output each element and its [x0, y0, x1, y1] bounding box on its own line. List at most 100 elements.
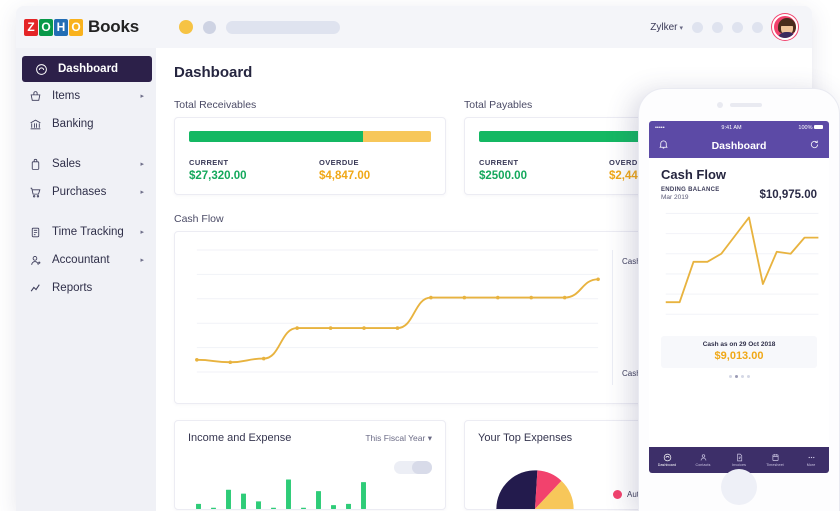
phone-tab-label-invoices: Invoices	[732, 463, 746, 467]
cart-icon	[28, 185, 42, 199]
avatar[interactable]	[772, 14, 798, 40]
phone-nav-title: Dashboard	[711, 140, 767, 152]
sidebar-label-time-tracking: Time Tracking	[52, 226, 124, 238]
phone-home-button[interactable]	[721, 469, 757, 505]
income-expense-header: Income and Expense This Fiscal Year ▾	[175, 421, 445, 444]
header-right: Zylker ▾	[650, 14, 812, 40]
org-name-label: Zylker	[650, 21, 678, 33]
browser-controls	[178, 20, 340, 34]
chevron-down-icon-fiscal: ▾	[427, 432, 432, 443]
zoho-books-logo[interactable]: Z O H O Books	[24, 17, 139, 37]
zoho-letter-z: Z	[24, 18, 38, 36]
income-and-expense-card[interactable]: Income and Expense This Fiscal Year ▾	[174, 420, 446, 510]
invoice-icon	[736, 453, 742, 462]
phone-tab-dashboard[interactable]: Dashboard	[649, 453, 685, 467]
sidebar-divider-2	[16, 206, 156, 218]
phone-pill-label: Cash as on 29 Oct 2018	[702, 341, 776, 348]
sidebar-item-sales[interactable]: Sales ▸	[16, 150, 156, 178]
refresh-icon[interactable]	[809, 137, 820, 155]
phone-tab-contacts[interactable]: Contacts	[685, 453, 721, 467]
header-icon-placeholder-4[interactable]	[752, 21, 763, 33]
receivables-label: Total Receivables	[174, 99, 257, 111]
sidebar-item-dashboard[interactable]: Dashboard	[22, 56, 152, 82]
chevron-right-icon-accountant: ▸	[140, 257, 144, 264]
top-expenses-title: Your Top Expenses	[478, 432, 573, 444]
window-dot-amber[interactable]	[178, 20, 193, 34]
zoho-letter-h: H	[54, 18, 68, 36]
phone-speaker	[729, 103, 762, 107]
income-expense-toggle[interactable]	[394, 461, 432, 474]
phone-balance-month: Mar 2019	[661, 194, 689, 201]
phone-balance-row: ENDING BALANCE Mar 2019 $10,975.00	[661, 187, 817, 201]
chevron-right-icon-purchases: ▸	[140, 189, 144, 196]
phone-tab-more[interactable]: More	[793, 453, 829, 467]
income-expense-chart	[196, 479, 366, 509]
sidebar-item-purchases[interactable]: Purchases ▸	[16, 178, 156, 206]
address-bar[interactable]	[225, 20, 340, 34]
contacts-icon	[700, 454, 706, 461]
phone-cash-pill[interactable]: Cash as on 29 Oct 2018 $9,013.00	[661, 336, 817, 368]
phone-tab-invoices[interactable]: Invoices	[721, 453, 757, 467]
zoho-letter-o1: O	[39, 18, 53, 36]
phone-tab-timesheet[interactable]: Timesheet	[757, 453, 793, 467]
carousel-dot-1[interactable]	[728, 375, 732, 378]
legend-dot-automobile	[613, 490, 622, 499]
basket-icon	[28, 89, 42, 103]
phone-battery: 100%	[798, 125, 823, 131]
receivables-overdue-value: $4,847.00	[319, 170, 371, 182]
fiscal-year-dropdown[interactable]: This Fiscal Year ▾	[365, 433, 432, 444]
screenshot-root: Z O H O Books Zylker ▾ Dashboard Items ▸…	[0, 0, 840, 511]
toggle-knob	[412, 461, 432, 474]
payables-current: CURRENT $2500.00	[479, 158, 609, 182]
cash-flow-legend-divider	[612, 250, 613, 385]
phone-balance-kicker: ENDING BALANCE	[661, 187, 720, 193]
sidebar-item-reports[interactable]: Reports	[16, 274, 156, 302]
toggle-track	[394, 461, 432, 474]
receivables-current-kicker: CURRENT	[189, 158, 229, 167]
header-icon-placeholder-3[interactable]	[732, 21, 743, 33]
cash-flow-chart	[195, 249, 600, 373]
receivables-current-value: $27,320.00	[189, 170, 247, 182]
avatar-fringe	[780, 21, 794, 26]
zoho-logo-tiles: Z O H O	[24, 18, 83, 36]
sidebar: Dashboard Items ▸ Banking Sales ▸ Purcha…	[16, 48, 156, 511]
receivables-overdue-kicker: OVERDUE	[319, 158, 359, 167]
window-dot-gray[interactable]	[202, 20, 216, 34]
bag-icon	[28, 157, 42, 171]
bell-icon[interactable]	[658, 137, 669, 155]
top-expenses-donut-chart	[496, 470, 574, 509]
phone-mockup: ••••• 9:41 AM 100% Dashboard Cash Flow E…	[638, 88, 840, 511]
phone-tab-label-contacts: Contacts	[695, 463, 711, 467]
income-expense-title: Income and Expense	[188, 432, 292, 444]
phone-signal: •••••	[655, 124, 665, 131]
sidebar-item-items[interactable]: Items ▸	[16, 82, 156, 110]
sidebar-label-accountant: Accountant	[52, 254, 110, 266]
org-switcher[interactable]: Zylker ▾	[650, 22, 683, 33]
phone-card-title: Cash Flow	[661, 167, 727, 182]
receivables-block: Total Receivables CURRENT $27,320.00 OVE…	[174, 99, 446, 195]
product-name: Books	[88, 17, 139, 36]
phone-pill-amount: $9,013.00	[714, 350, 764, 362]
carousel-dot-4[interactable]	[746, 375, 750, 378]
header-icon-placeholder-1[interactable]	[692, 21, 703, 33]
carousel-dot-3[interactable]	[740, 375, 744, 378]
payables-current-value: $2500.00	[479, 170, 527, 182]
sidebar-item-banking[interactable]: Banking	[16, 110, 156, 138]
receivables-values: CURRENT $27,320.00 OVERDUE $4,847.00	[189, 158, 431, 182]
phone-camera	[716, 102, 723, 108]
sidebar-item-time-tracking[interactable]: Time Tracking ▸	[16, 218, 156, 246]
total-receivables-card[interactable]: CURRENT $27,320.00 OVERDUE $4,847.00	[174, 117, 446, 195]
dashboard-icon	[663, 453, 671, 462]
phone-nav-bar: Dashboard	[649, 134, 829, 158]
receivables-bar-current	[189, 131, 364, 142]
phone-tab-label-timesheet: Timesheet	[766, 463, 784, 467]
receivables-bar-overdue	[363, 131, 431, 142]
sidebar-label-sales: Sales	[52, 158, 81, 170]
header-icon-placeholder-2[interactable]	[712, 21, 723, 33]
browser-chrome-bar: Z O H O Books Zylker ▾	[16, 6, 812, 48]
phone-carousel-dots[interactable]	[649, 375, 829, 378]
sidebar-item-accountant[interactable]: Accountant ▸	[16, 246, 156, 274]
page-title: Dashboard	[174, 64, 253, 81]
receivables-overdue: OVERDUE $4,847.00	[319, 158, 370, 182]
carousel-dot-2[interactable]	[734, 375, 738, 378]
